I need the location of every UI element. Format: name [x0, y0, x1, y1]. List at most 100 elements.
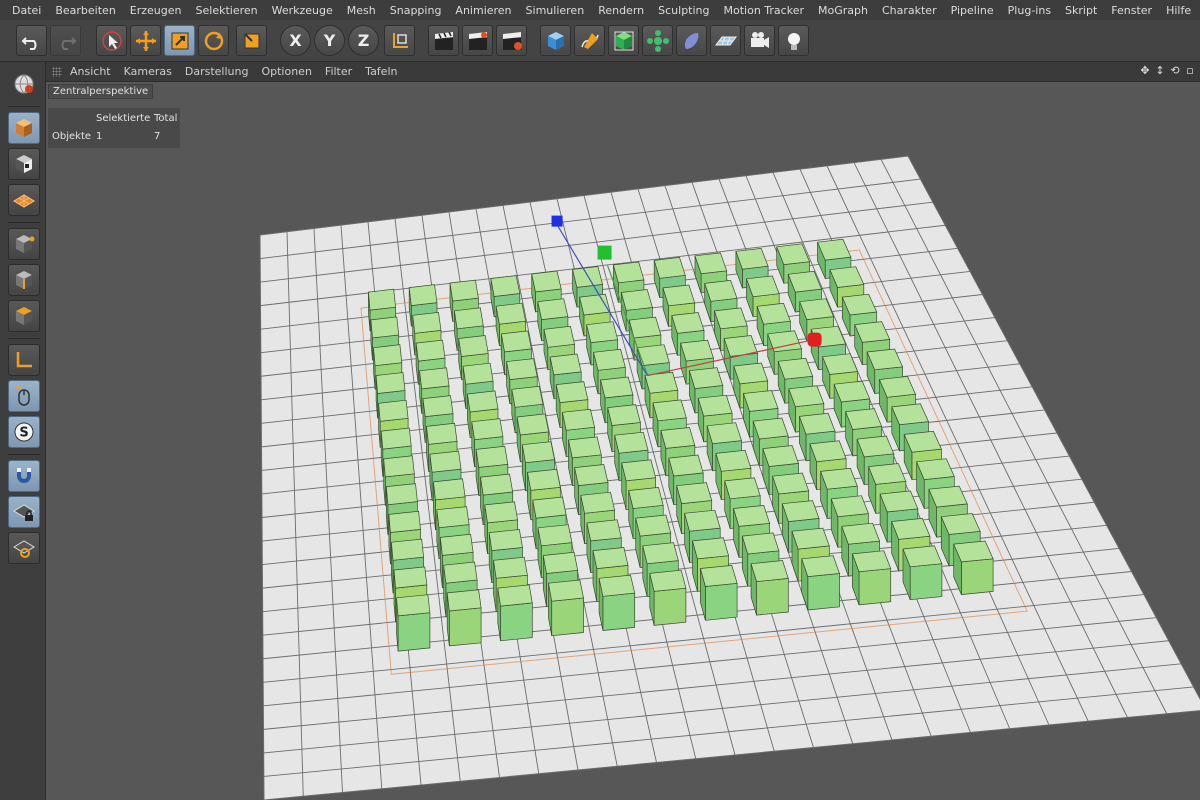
render-view-button[interactable] [428, 25, 459, 56]
solo-mode-button[interactable]: S [8, 416, 40, 448]
rotate-button[interactable] [198, 25, 229, 56]
viewport-menu-kameras[interactable]: Kameras [124, 65, 172, 78]
axis-mode-button[interactable] [8, 344, 40, 376]
light-bulb-icon [787, 32, 800, 50]
cloner-button[interactable] [642, 25, 673, 56]
menu-animieren[interactable]: Animieren [455, 4, 511, 17]
viewport-menu-optionen[interactable]: Optionen [261, 65, 311, 78]
viewport-menu-ansicht[interactable]: Ansicht [70, 65, 111, 78]
clone-cube[interactable] [699, 565, 738, 621]
clapperboard-icon [434, 31, 453, 50]
viewport-menu-darstellung[interactable]: Darstellung [185, 65, 249, 78]
polygons-mode-button[interactable] [8, 300, 40, 332]
workplane-mode-button[interactable] [8, 184, 40, 216]
menu-simulieren[interactable]: Simulieren [526, 4, 585, 17]
mode-palette: S [0, 62, 46, 800]
scale-button[interactable] [164, 25, 195, 56]
subdivision-surface-button[interactable] [608, 25, 639, 56]
camera-icon [750, 31, 769, 48]
deformer-button[interactable] [676, 25, 707, 56]
points-cube-icon [16, 235, 35, 253]
menu-datei[interactable]: Datei [12, 4, 41, 17]
3d-viewport[interactable]: Zentralperspektive Selektierte Total Obj… [46, 82, 1200, 800]
clone-cube[interactable] [598, 574, 636, 631]
model-mode-button[interactable] [8, 112, 40, 144]
spline-pen-button[interactable] [574, 25, 605, 56]
scene-canvas[interactable] [46, 82, 1200, 800]
edges-mode-button[interactable] [8, 264, 40, 296]
clapperboard-icon [468, 31, 487, 50]
snapping-button[interactable] [8, 460, 40, 492]
gizmo-y-handle[interactable] [597, 245, 612, 260]
coordinate-system-button[interactable] [384, 25, 415, 56]
clone-cube[interactable] [902, 545, 943, 601]
menu-selektieren[interactable]: Selektieren [196, 4, 258, 17]
move-button[interactable] [130, 25, 161, 56]
make-editable-button[interactable] [8, 68, 40, 100]
x-axis-label: X [289, 31, 302, 50]
y-axis-button[interactable]: Y [314, 25, 345, 56]
polygons-cube-icon [16, 307, 32, 325]
menu-motion-tracker[interactable]: Motion Tracker [724, 4, 804, 17]
z-axis-button[interactable]: Z [348, 25, 379, 56]
menu-erzeugen[interactable]: Erzeugen [130, 4, 182, 17]
menu-pipeline[interactable]: Pipeline [951, 4, 994, 17]
menu-mograph[interactable]: MoGraph [818, 4, 868, 17]
grip-handle-icon[interactable] [52, 66, 62, 77]
undo-button[interactable] [16, 25, 47, 56]
last-tool-button[interactable] [236, 25, 267, 56]
live-selection-button[interactable] [96, 25, 127, 56]
locked-workplane-button[interactable] [8, 532, 40, 564]
main-toolbar: X Y Z [0, 20, 1200, 62]
floor-object-button[interactable] [710, 25, 741, 56]
clone-cube[interactable] [851, 550, 892, 606]
menu-charakter[interactable]: Charakter [882, 4, 937, 17]
light-object-button[interactable] [778, 25, 809, 56]
viewport-menu-tafeln[interactable]: Tafeln [365, 65, 397, 78]
render-settings-button[interactable] [496, 25, 527, 56]
zoom-icon[interactable]: ↕ [1154, 65, 1166, 77]
clone-cube[interactable] [497, 584, 533, 642]
menu-mesh[interactable]: Mesh [347, 4, 376, 17]
menu-plug-ins[interactable]: Plug-ins [1008, 4, 1051, 17]
camera-object-button[interactable] [744, 25, 775, 56]
clone-cube[interactable] [649, 569, 687, 626]
cube-object-button[interactable] [540, 25, 571, 56]
redo-button[interactable] [50, 25, 81, 56]
gizmo-x-handle[interactable] [807, 332, 822, 347]
x-axis-button[interactable]: X [280, 25, 311, 56]
menu-werkzeuge[interactable]: Werkzeuge [272, 4, 333, 17]
menu-skript[interactable]: Skript [1065, 4, 1097, 17]
maximize-icon[interactable]: ▫ [1184, 65, 1196, 77]
camera-name-label[interactable]: Zentralperspektive [48, 84, 154, 99]
menu-rendern[interactable]: Rendern [598, 4, 644, 17]
menu-hilfe[interactable]: Hilfe [1166, 4, 1191, 17]
pan-icon[interactable]: ✥ [1139, 65, 1151, 77]
hud-selected-header: Selektierte [96, 113, 151, 124]
orbit-icon[interactable]: ⟲ [1169, 65, 1181, 77]
clone-cube[interactable] [446, 589, 482, 647]
hud-objects-label: Objekte [52, 131, 92, 142]
clone-cube[interactable] [801, 555, 840, 611]
points-mode-button[interactable] [8, 228, 40, 260]
menu-sculpting[interactable]: Sculpting [658, 4, 709, 17]
viewport-menu-filter[interactable]: Filter [325, 65, 352, 78]
z-axis-label: Z [357, 31, 370, 50]
cube-icon [16, 119, 32, 137]
clone-cube[interactable] [953, 540, 994, 595]
workplane-lock-button[interactable] [8, 496, 40, 528]
menu-fenster[interactable]: Fenster [1111, 4, 1152, 17]
gizmo-z-handle[interactable] [551, 215, 563, 227]
clone-cube[interactable] [396, 594, 431, 652]
clone-cube[interactable] [750, 560, 789, 616]
floor-icon [714, 36, 737, 45]
cube-icon [547, 31, 564, 50]
render-picture-viewer-button[interactable] [462, 25, 493, 56]
tweak-mode-button[interactable] [8, 380, 40, 412]
texture-mode-button[interactable] [8, 148, 40, 180]
mouse-icon [15, 385, 30, 406]
menu-bearbeiten[interactable]: Bearbeiten [55, 4, 115, 17]
menu-snapping[interactable]: Snapping [390, 4, 442, 17]
lock-grid-icon [13, 504, 35, 521]
clone-cube[interactable] [548, 579, 584, 637]
